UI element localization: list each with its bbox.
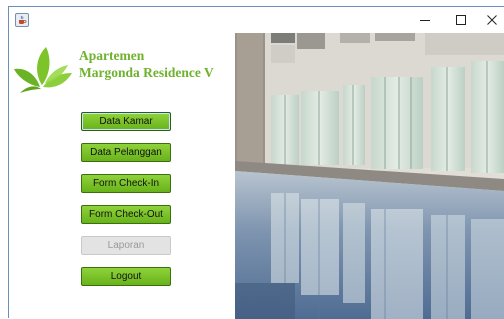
main-content: Apartemen Margonda Residence V Data Kama… xyxy=(9,33,504,319)
logout-button[interactable]: Logout xyxy=(81,267,171,286)
brand-title: Apartemen Margonda Residence V xyxy=(79,47,214,81)
close-icon xyxy=(487,15,497,25)
data-pelanggan-button[interactable]: Data Pelanggan xyxy=(81,143,171,162)
brand-line-1: Apartemen xyxy=(79,48,145,63)
close-button[interactable] xyxy=(474,7,504,33)
minimize-button[interactable] xyxy=(407,7,443,33)
laporan-button: Laporan xyxy=(81,236,171,255)
title-bar xyxy=(9,7,504,33)
data-kamar-button[interactable]: Data Kamar xyxy=(81,112,171,131)
form-check-in-button[interactable]: Form Check-In xyxy=(81,174,171,193)
app-window: Apartemen Margonda Residence V Data Kama… xyxy=(8,6,504,319)
java-cup-icon xyxy=(15,13,29,27)
maximize-icon xyxy=(456,15,466,25)
leaf-logo-icon xyxy=(14,47,72,93)
caption-text: tama xyxy=(3,0,30,3)
building-pool-photo xyxy=(235,33,504,319)
minimize-icon xyxy=(420,20,430,21)
form-check-out-button[interactable]: Form Check-Out xyxy=(81,205,171,224)
brand-line-2: Margonda Residence V xyxy=(79,65,214,80)
